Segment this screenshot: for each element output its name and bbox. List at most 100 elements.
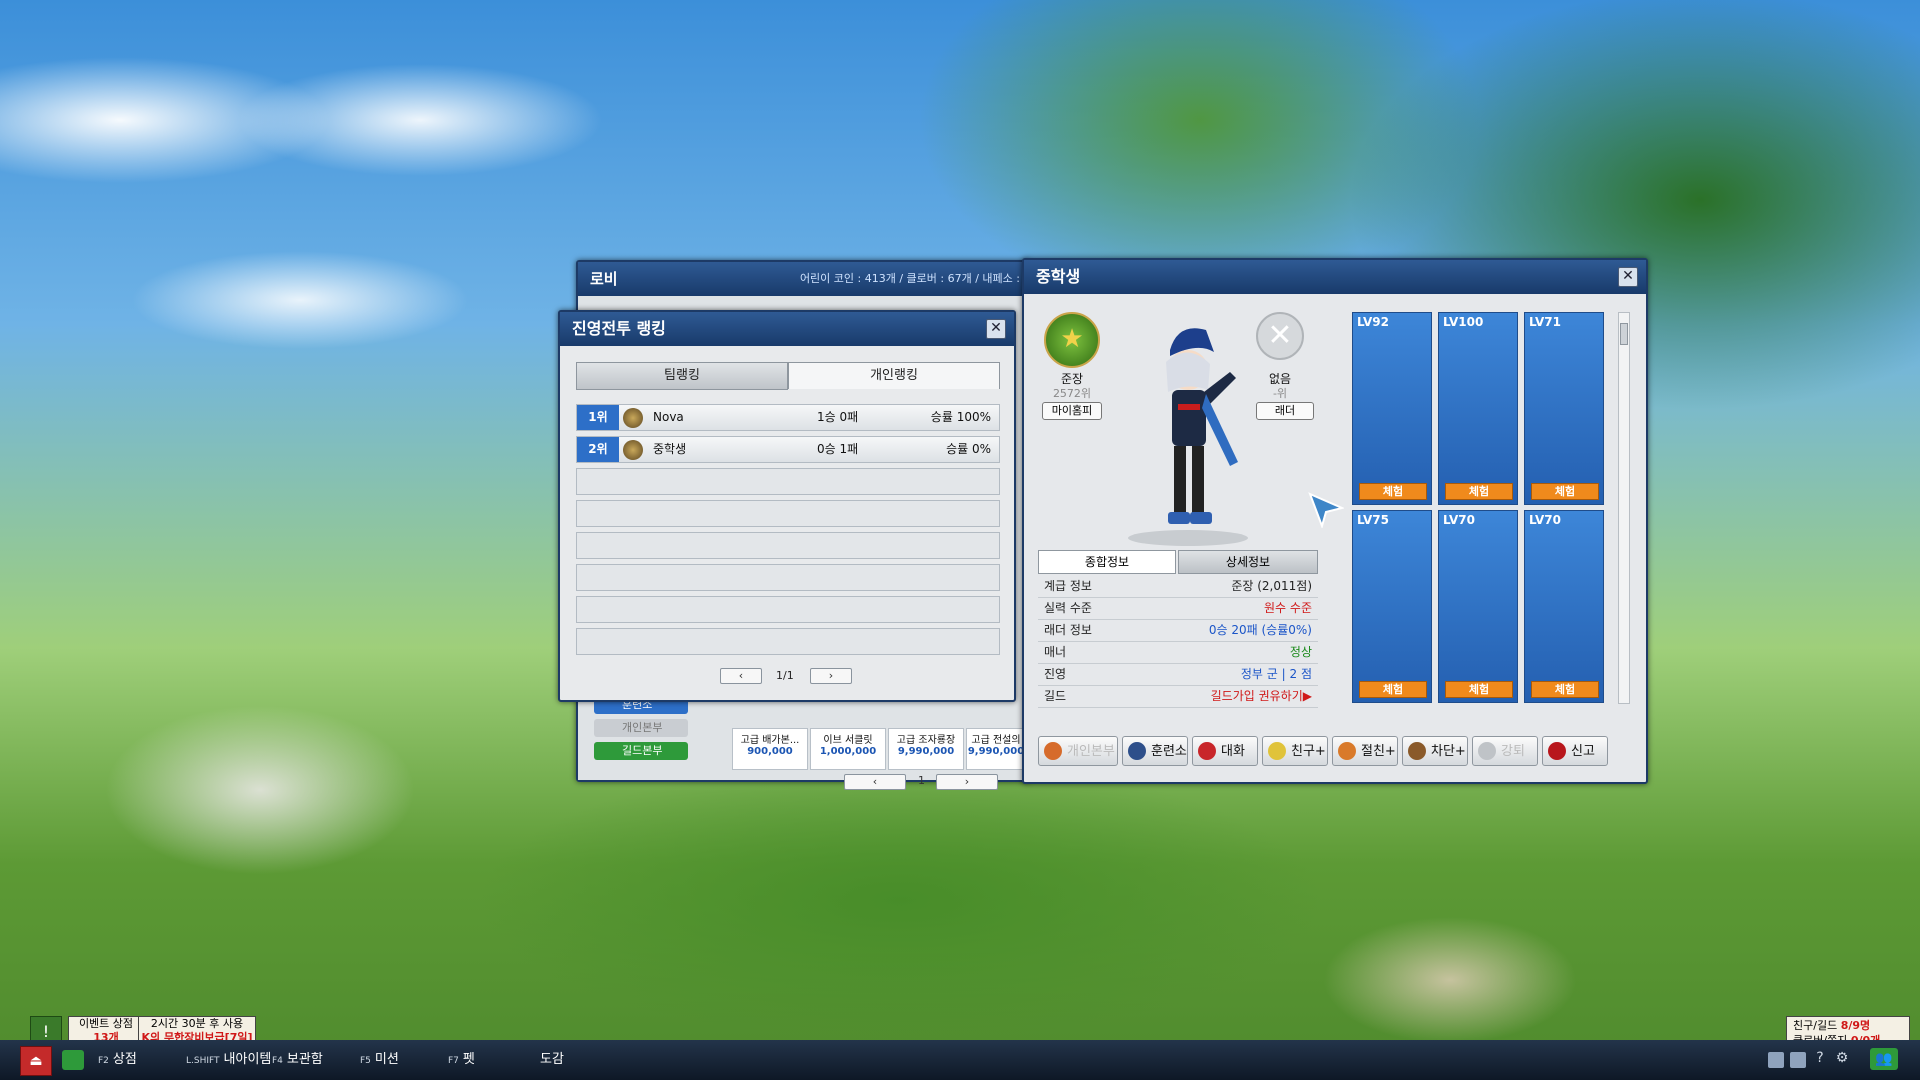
tab-personal-ranking[interactable]: 개인랭킹 xyxy=(788,362,1000,389)
info-row-ladder: 래더 정보 0승 20패 (승률0%) xyxy=(1038,620,1318,642)
ladder-button[interactable]: 래더 xyxy=(1256,402,1314,420)
info-key: 계급 정보 xyxy=(1044,579,1092,593)
info-value: 정부 군 | 2 점 xyxy=(1240,667,1312,681)
exit-icon[interactable]: ⏏ xyxy=(20,1046,52,1076)
try-button[interactable]: 체험 xyxy=(1531,483,1599,500)
taskbar-my-items[interactable]: L.SHIFT 내아이템 xyxy=(186,1046,271,1074)
report-button[interactable]: 신고 xyxy=(1542,736,1608,766)
slots-scrollbar[interactable] xyxy=(1618,312,1630,704)
item-name: 고급 조자룡장 xyxy=(896,735,956,746)
try-button[interactable]: 체험 xyxy=(1359,483,1427,500)
ranking-row[interactable]: 2위 중학생 0승 1패 승률 0% xyxy=(576,436,1000,463)
ranking-row-empty xyxy=(576,564,1000,591)
hotkey-label: F4 xyxy=(272,1056,283,1066)
shop-item-card[interactable]: 이브 서클릿 1,000,000 xyxy=(810,728,886,770)
ranking-titlebar[interactable]: 진영전투 랭킹 ✕ xyxy=(560,312,1014,346)
character-slot[interactable]: LV100 체험 xyxy=(1438,312,1518,505)
lobby-prev-page-button[interactable]: ‹ xyxy=(844,774,906,790)
try-button[interactable]: 체험 xyxy=(1531,681,1599,698)
info-row-skill: 실력 수준 원수 수준 xyxy=(1038,598,1318,620)
info-value: 정상 xyxy=(1289,645,1312,659)
ranking-row-empty xyxy=(576,468,1000,495)
win-loss-record: 0승 1패 xyxy=(817,442,859,456)
ranking-prev-page-button[interactable]: ‹ xyxy=(720,668,762,684)
try-button[interactable]: 체험 xyxy=(1359,681,1427,698)
profile-info-list: 계급 정보 준장 (2,011점) 실력 수준 원수 수준 래더 정보 0승 2… xyxy=(1038,576,1318,708)
close-icon[interactable]: ✕ xyxy=(1618,267,1638,287)
button-label: 신고 xyxy=(1571,744,1595,759)
item-price: 9,990,000 xyxy=(967,746,1025,757)
guild-invite-link[interactable]: 길드가입 권유하기▶ xyxy=(1211,686,1312,707)
lobby-page-number: 1 xyxy=(918,774,925,787)
ranking-row-empty xyxy=(576,500,1000,527)
taskbar-label: 내아이템 xyxy=(223,1052,272,1067)
ranking-tabs: 팀랭킹 개인랭킹 xyxy=(576,362,1000,390)
lobby-title: 로비 xyxy=(590,270,618,288)
scrollbar-thumb[interactable] xyxy=(1620,323,1628,345)
house-icon xyxy=(1044,742,1062,760)
taskbar-label: 보관함 xyxy=(286,1052,323,1067)
side-button-guild-hq[interactable]: 길드본부 xyxy=(594,742,688,760)
info-key: 길드 xyxy=(1044,689,1067,703)
personal-hq-button[interactable]: 개인본부 xyxy=(1038,736,1118,766)
character-slot[interactable]: LV70 체험 xyxy=(1438,510,1518,703)
taskbar-label: 펫 xyxy=(462,1052,475,1067)
character-slot[interactable]: LV71 체험 xyxy=(1524,312,1604,505)
character-slot[interactable]: LV92 체험 xyxy=(1352,312,1432,505)
character-avatar xyxy=(1118,312,1258,548)
shop-item-card[interactable]: 고급 조자룡장 9,990,000 xyxy=(888,728,964,770)
gear-icon[interactable]: ⚙ xyxy=(1834,1050,1850,1068)
side-button-personal-hq[interactable]: 개인본부 xyxy=(594,719,688,737)
friends-icon[interactable]: 👥 xyxy=(1870,1048,1898,1070)
try-button[interactable]: 체험 xyxy=(1445,483,1513,500)
ranking-window: 진영전투 랭킹 ✕ 팀랭킹 개인랭킹 1위 Nova 1승 0패 승률 100%… xyxy=(558,310,1016,702)
taskbar-shop[interactable]: F2 상점 xyxy=(98,1046,137,1074)
ranking-title: 진영전투 랭킹 xyxy=(572,319,666,338)
info-key: 매너 xyxy=(1044,645,1067,659)
button-label: 강퇴 xyxy=(1501,744,1525,759)
character-slot[interactable]: LV75 체험 xyxy=(1352,510,1432,703)
side-button-label: 길드본부 xyxy=(622,744,663,757)
block-button[interactable]: 차단+ xyxy=(1402,736,1468,766)
slot-level: LV70 xyxy=(1529,513,1561,527)
button-label: 훈련소 xyxy=(1151,744,1187,759)
character-slot[interactable]: LV70 체험 xyxy=(1524,510,1604,703)
ladder-position: -위 xyxy=(1272,387,1288,400)
ranking-next-page-button[interactable]: › xyxy=(810,668,852,684)
calendar-icon[interactable] xyxy=(1768,1052,1784,1068)
try-button[interactable]: 체험 xyxy=(1445,681,1513,698)
help-icon[interactable]: ? xyxy=(1812,1050,1828,1068)
info-row-manner: 매너 정상 xyxy=(1038,642,1318,664)
ranking-row[interactable]: 1위 Nova 1승 0패 승률 100% xyxy=(576,404,1000,431)
add-friend-button[interactable]: 친구+ xyxy=(1262,736,1328,766)
chat-button[interactable]: 대화 xyxy=(1192,736,1258,766)
chat-icon xyxy=(1198,742,1216,760)
my-homepage-button[interactable]: 마이홈피 xyxy=(1042,402,1102,420)
taskbar-pet[interactable]: F7 펫 xyxy=(448,1046,475,1074)
report-icon xyxy=(1548,742,1566,760)
ranking-row-empty xyxy=(576,532,1000,559)
friend-label: 친구/길드 xyxy=(1793,1019,1838,1032)
lobby-titlebar[interactable]: 로비 어린이 코인 : 413개 / 클로버 : 67개 / 내페소 : xyxy=(578,262,1028,296)
shop-item-card[interactable]: 고급 전설의 9,990,000 xyxy=(966,728,1026,770)
close-icon[interactable]: ✕ xyxy=(986,319,1006,339)
home-icon[interactable] xyxy=(62,1050,84,1070)
taskbar-label: 상점 xyxy=(112,1052,137,1067)
profile-titlebar[interactable]: 중학생 ✕ xyxy=(1024,260,1646,294)
training-button[interactable]: 훈련소 xyxy=(1122,736,1188,766)
taskbar-mission[interactable]: F5 미션 xyxy=(360,1046,399,1074)
house-icon[interactable] xyxy=(1790,1052,1806,1068)
add-best-friend-button[interactable]: 절친+ xyxy=(1332,736,1398,766)
ranking-page-indicator: 1/1 xyxy=(776,669,794,682)
win-loss-record: 1승 0패 xyxy=(817,410,859,424)
rank-emblem-icon xyxy=(623,408,643,428)
lobby-next-page-button[interactable]: › xyxy=(936,774,998,790)
taskbar-storage[interactable]: F4 보관함 xyxy=(272,1046,323,1074)
tab-team-ranking[interactable]: 팀랭킹 xyxy=(576,362,788,390)
button-label: 대화 xyxy=(1221,744,1245,759)
shop-item-card[interactable]: 고급 배가본... 900,000 xyxy=(732,728,808,770)
tab-overview[interactable]: 종합정보 xyxy=(1038,550,1176,574)
taskbar-collection[interactable]: 도감 xyxy=(536,1046,564,1074)
item-name: 고급 전설의 xyxy=(971,735,1021,746)
tab-details[interactable]: 상세정보 xyxy=(1178,550,1318,574)
